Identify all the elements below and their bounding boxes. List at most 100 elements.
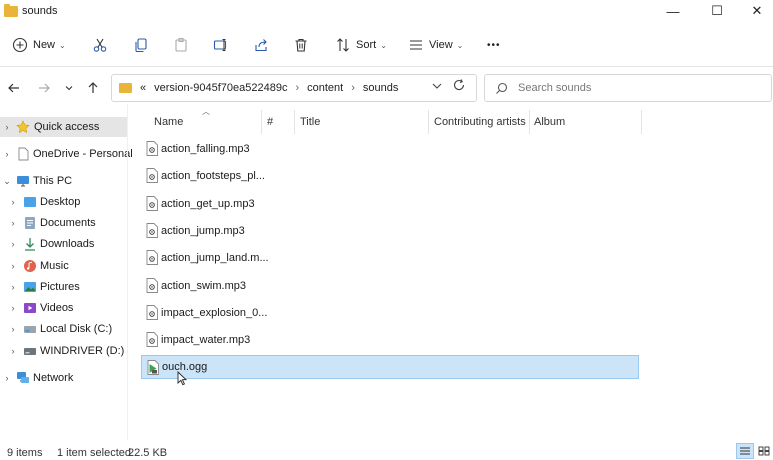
up-button[interactable] — [83, 78, 103, 98]
sort-icon — [337, 38, 349, 52]
sidebar-item-quick-access[interactable]: › Quick access — [0, 117, 127, 137]
column-header-album[interactable]: Album — [534, 110, 565, 134]
videos-icon — [24, 303, 36, 313]
maximize-button[interactable]: ☐ — [697, 0, 737, 22]
rename-button[interactable] — [213, 34, 229, 56]
file-row[interactable]: action_falling.mp3 — [141, 137, 639, 161]
copy-button[interactable] — [133, 34, 149, 56]
chevron-right-icon: › — [5, 373, 9, 383]
plus-icon — [12, 37, 28, 53]
address-dropdown-button[interactable] — [431, 80, 443, 94]
search-box[interactable] — [484, 74, 772, 102]
document-icon — [18, 147, 29, 161]
minimize-button[interactable]: — — [653, 0, 693, 22]
audio-file-icon — [146, 250, 158, 265]
sidebar-item-label: Quick access — [34, 121, 100, 133]
sidebar-item-label: Pictures — [40, 281, 80, 293]
breadcrumb-overflow[interactable]: « — [140, 82, 146, 94]
file-row[interactable]: impact_water.mp3 — [141, 328, 639, 352]
sidebar-item-videos[interactable]: › Videos — [0, 298, 127, 318]
documents-icon — [25, 217, 35, 229]
status-selection: 1 item selected — [57, 447, 131, 459]
column-header-number[interactable]: # — [267, 110, 273, 134]
pane-divider[interactable] — [127, 104, 128, 440]
details-view-icon — [740, 447, 750, 455]
back-button[interactable] — [4, 78, 24, 98]
address-bar[interactable]: « version-9045f70ea522489c › content › s… — [111, 74, 477, 102]
column-header-title[interactable]: Title — [300, 110, 320, 134]
forward-button[interactable] — [34, 78, 54, 98]
delete-button[interactable] — [293, 34, 309, 56]
breadcrumb-sounds[interactable]: sounds — [363, 82, 398, 94]
column-divider[interactable] — [294, 110, 295, 134]
cut-button[interactable] — [92, 34, 108, 56]
sidebar-item-local-disk[interactable]: › Local Disk (C:) — [0, 319, 127, 339]
sidebar-item-label: Network — [33, 372, 74, 384]
arrow-left-icon — [8, 83, 19, 93]
sidebar-item-pictures[interactable]: › Pictures — [0, 277, 127, 297]
search-icon — [496, 82, 508, 94]
recent-locations-button[interactable] — [59, 78, 79, 98]
arrow-right-icon — [39, 83, 50, 93]
column-divider[interactable] — [641, 110, 642, 134]
breadcrumb-content[interactable]: content — [307, 82, 343, 94]
view-label: View — [429, 39, 453, 51]
view-button[interactable]: View ⌄ — [408, 34, 463, 56]
network-icon — [17, 372, 29, 383]
refresh-button[interactable] — [452, 78, 466, 95]
chevron-right-icon: › — [11, 282, 15, 292]
breadcrumb-version[interactable]: version-9045f70ea522489c — [154, 82, 287, 94]
close-button[interactable]: ✕ — [737, 0, 773, 22]
large-icons-view-button[interactable] — [755, 443, 773, 459]
sidebar-item-label: This PC — [33, 175, 73, 187]
sidebar-item-onedrive[interactable]: › OneDrive - Personal — [0, 144, 133, 164]
sidebar-item-downloads[interactable]: › Downloads — [0, 234, 127, 254]
file-row[interactable]: action_get_up.mp3 — [141, 192, 639, 216]
share-button[interactable] — [253, 34, 269, 56]
sidebar-item-music[interactable]: › Music — [0, 256, 127, 276]
file-name: action_jump.mp3 — [161, 225, 245, 237]
column-divider[interactable] — [529, 110, 530, 134]
chevron-right-icon: › — [11, 303, 15, 313]
file-row[interactable]: action_footsteps_pl... — [141, 164, 639, 188]
new-button[interactable]: New ⌄ — [12, 34, 66, 56]
column-header-contributing-artists[interactable]: Contributing artists — [434, 110, 526, 134]
column-divider[interactable] — [261, 110, 262, 134]
column-divider[interactable] — [428, 110, 429, 134]
file-row[interactable]: impact_explosion_0... — [141, 301, 639, 325]
breadcrumb-separator[interactable]: › — [295, 82, 299, 94]
sidebar-item-label: Music — [40, 260, 69, 272]
audio-file-icon — [146, 168, 158, 183]
sidebar-item-this-pc[interactable]: ⌄ This PC — [0, 171, 127, 191]
more-options-button[interactable]: ••• — [487, 34, 501, 56]
delete-icon — [295, 38, 307, 52]
pictures-icon — [24, 282, 36, 292]
details-view-button[interactable] — [736, 443, 754, 459]
paste-icon — [175, 38, 187, 52]
chevron-down-icon: ⌄ — [3, 175, 11, 186]
file-row[interactable]: action_swim.mp3 — [141, 274, 639, 298]
sidebar-item-network[interactable]: › Network — [0, 368, 127, 388]
sort-button[interactable]: Sort ⌄ — [335, 34, 387, 56]
sidebar-item-windriver[interactable]: › WINDRIVER (D:) — [0, 341, 127, 361]
sidebar-item-label: Local Disk (C:) — [40, 323, 113, 335]
chevron-right-icon: › — [11, 261, 15, 271]
breadcrumb-separator[interactable]: › — [351, 82, 355, 94]
sidebar-item-documents[interactable]: › Documents — [0, 213, 127, 233]
monitor-icon — [17, 176, 29, 187]
column-header-name[interactable]: Name — [154, 110, 183, 134]
search-input[interactable] — [518, 82, 748, 94]
folder-icon — [119, 83, 132, 93]
file-row[interactable]: action_jump.mp3 — [141, 219, 639, 243]
file-row-selected[interactable]: ouch.ogg — [141, 355, 639, 379]
sidebar-item-desktop[interactable]: › Desktop — [0, 192, 127, 212]
tiles-view-icon — [758, 446, 770, 456]
audio-file-icon — [146, 223, 158, 238]
desktop-icon — [24, 197, 36, 207]
file-row[interactable]: action_jump_land.m... — [141, 246, 639, 270]
copy-icon — [135, 38, 147, 53]
paste-button[interactable] — [173, 34, 189, 56]
file-name: action_falling.mp3 — [161, 143, 250, 155]
file-name: action_get_up.mp3 — [161, 198, 255, 210]
navigation-pane: › Quick access › OneDrive - Personal ⌄ T… — [0, 110, 133, 440]
